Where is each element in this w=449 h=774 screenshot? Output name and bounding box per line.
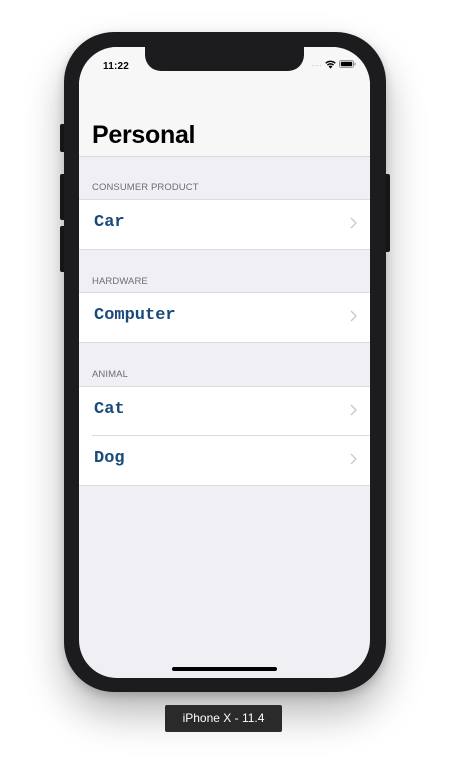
chevron-right-icon [348, 452, 358, 466]
list-item-label: Car [94, 213, 125, 232]
list-item-cat[interactable]: Cat [79, 386, 370, 436]
device-screen: 11:22 .... Personal CONSUMER PRODUCT Car… [79, 47, 370, 678]
device-notch [145, 47, 304, 71]
page-title: Personal [92, 121, 196, 149]
list-item-label: Dog [94, 449, 125, 468]
chevron-right-icon [348, 309, 358, 323]
navigation-bar: Personal [79, 87, 370, 157]
chevron-right-icon [348, 403, 358, 417]
section-header-hardware: HARDWARE [92, 276, 148, 287]
simulator-device-label: iPhone X - 11.4 [165, 705, 282, 732]
section-header-animal: ANIMAL [92, 369, 128, 380]
battery-icon [339, 60, 356, 68]
section-header-consumer-product: CONSUMER PRODUCT [92, 182, 199, 193]
status-indicators: .... [311, 59, 356, 69]
chevron-right-icon [348, 216, 358, 230]
list-item-dog[interactable]: Dog [79, 436, 370, 486]
status-time: 11:22 [103, 61, 130, 72]
signal-icon: .... [311, 59, 322, 68]
home-indicator[interactable] [172, 667, 277, 671]
wifi-icon [325, 60, 336, 69]
list-item-label: Computer [94, 306, 176, 325]
list-item-car[interactable]: Car [79, 199, 370, 250]
simulator-stage: 11:22 .... Personal CONSUMER PRODUCT Car… [0, 0, 449, 774]
list-item-computer[interactable]: Computer [79, 292, 370, 343]
list-item-label: Cat [94, 400, 125, 419]
